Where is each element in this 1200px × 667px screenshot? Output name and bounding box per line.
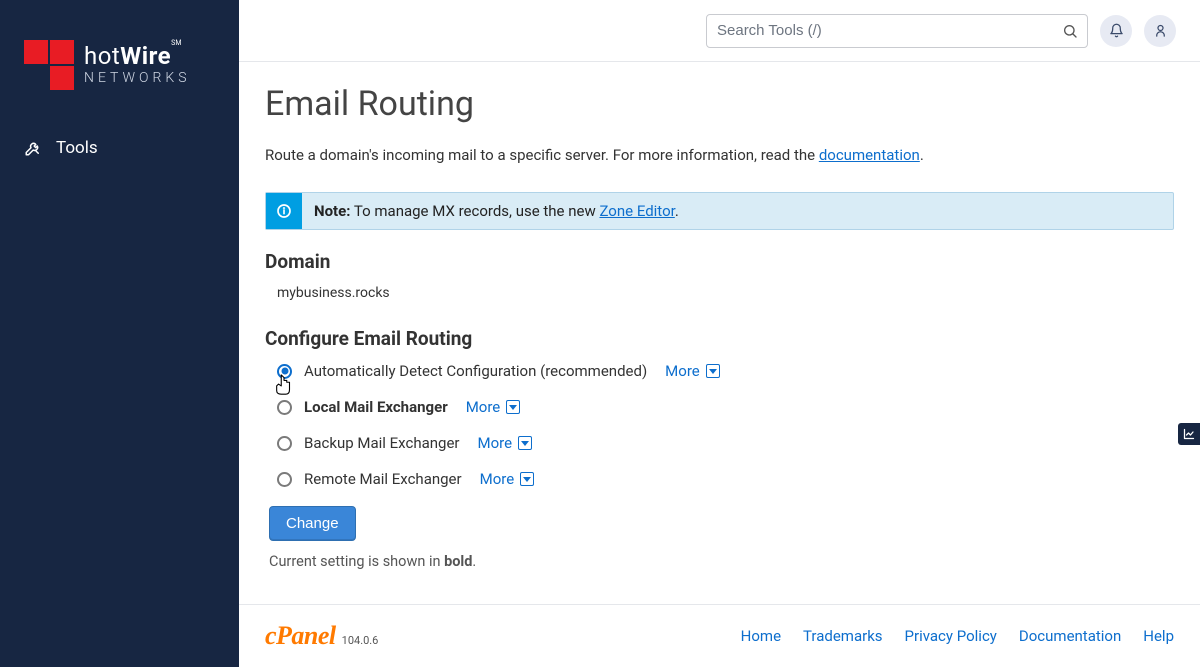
bell-icon <box>1109 23 1124 38</box>
radio-label: Remote Mail Exchanger <box>304 470 462 488</box>
chart-icon <box>1183 428 1195 440</box>
routing-option-local[interactable]: Local Mail Exchanger More <box>277 398 1174 416</box>
page-intro: Route a domain's incoming mail to a spec… <box>265 146 1174 164</box>
search-input[interactable] <box>706 14 1088 48</box>
brand-subtext: NETWORKS <box>84 71 191 86</box>
config-section-title: Configure Email Routing <box>265 327 1174 350</box>
radio-label: Local Mail Exchanger <box>304 398 448 416</box>
stats-tab[interactable] <box>1178 423 1200 445</box>
more-toggle[interactable]: More <box>466 398 521 416</box>
brand-sm: SM <box>171 39 181 47</box>
sidebar: hotWireSM NETWORKS Tools <box>0 0 239 667</box>
radio-input[interactable] <box>277 400 292 415</box>
account-button[interactable] <box>1144 15 1176 47</box>
routing-option-remote[interactable]: Remote Mail Exchanger More <box>277 470 1174 488</box>
footer-link-trademarks[interactable]: Trademarks <box>803 627 883 645</box>
radio-label: Backup Mail Exchanger <box>304 434 459 452</box>
footer: cPanel 104.0.6 Home Trademarks Privacy P… <box>239 604 1200 667</box>
radio-input[interactable] <box>277 472 292 487</box>
more-toggle[interactable]: More <box>665 362 720 380</box>
info-icon <box>266 193 302 229</box>
chevron-down-icon <box>706 364 720 378</box>
brand-text-left: hot <box>84 42 120 70</box>
tools-icon <box>24 139 42 157</box>
footer-link-documentation[interactable]: Documentation <box>1019 627 1121 645</box>
domain-section-title: Domain <box>265 250 1174 273</box>
page-title: Email Routing <box>265 84 1174 124</box>
footer-link-home[interactable]: Home <box>741 627 781 645</box>
chevron-down-icon <box>506 400 520 414</box>
brand-logo: hotWireSM NETWORKS <box>0 0 239 126</box>
more-toggle[interactable]: More <box>480 470 535 488</box>
user-icon <box>1153 23 1168 38</box>
chevron-down-icon <box>518 436 532 450</box>
radio-label: Automatically Detect Configuration (reco… <box>304 362 647 380</box>
sidebar-item-label: Tools <box>56 138 98 158</box>
search-icon <box>1062 23 1078 39</box>
brand-mark-icon <box>24 40 74 90</box>
search-button[interactable] <box>1052 14 1088 48</box>
cpanel-logo: cPanel <box>265 621 336 651</box>
change-button[interactable]: Change <box>269 506 356 541</box>
current-setting-hint: Current setting is shown in bold. <box>269 553 1174 570</box>
more-toggle[interactable]: More <box>477 434 532 452</box>
routing-option-auto[interactable]: Automatically Detect Configuration (reco… <box>277 362 1174 380</box>
routing-options: Automatically Detect Configuration (reco… <box>265 362 1174 488</box>
topbar <box>239 0 1200 62</box>
zone-editor-link[interactable]: Zone Editor <box>599 202 674 220</box>
notifications-button[interactable] <box>1100 15 1132 47</box>
radio-input[interactable] <box>277 436 292 451</box>
radio-input[interactable] <box>277 364 292 379</box>
info-note: Note: To manage MX records, use the new … <box>265 192 1174 230</box>
domain-value: mybusiness.rocks <box>265 285 1174 301</box>
routing-option-backup[interactable]: Backup Mail Exchanger More <box>277 434 1174 452</box>
brand-text-bold: Wire <box>120 42 171 70</box>
chevron-down-icon <box>520 472 534 486</box>
documentation-link[interactable]: documentation <box>819 146 920 164</box>
sidebar-item-tools[interactable]: Tools <box>0 126 239 170</box>
footer-link-privacy[interactable]: Privacy Policy <box>905 627 997 645</box>
note-label: Note: <box>314 202 350 220</box>
footer-link-help[interactable]: Help <box>1143 627 1174 645</box>
footer-version: 104.0.6 <box>342 634 379 647</box>
